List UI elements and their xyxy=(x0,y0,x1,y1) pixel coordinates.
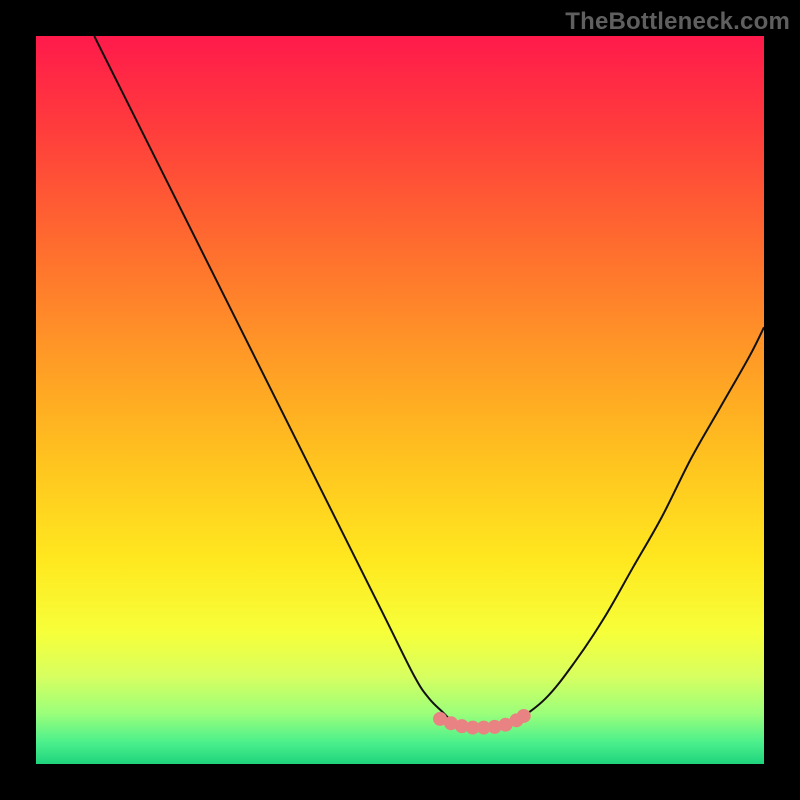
gradient-background xyxy=(36,36,764,764)
chart-svg xyxy=(36,36,764,764)
watermark-text: TheBottleneck.com xyxy=(565,8,790,36)
plot-area xyxy=(36,36,764,764)
chart-frame: TheBottleneck.com xyxy=(0,0,800,800)
marker-dot xyxy=(517,709,530,722)
